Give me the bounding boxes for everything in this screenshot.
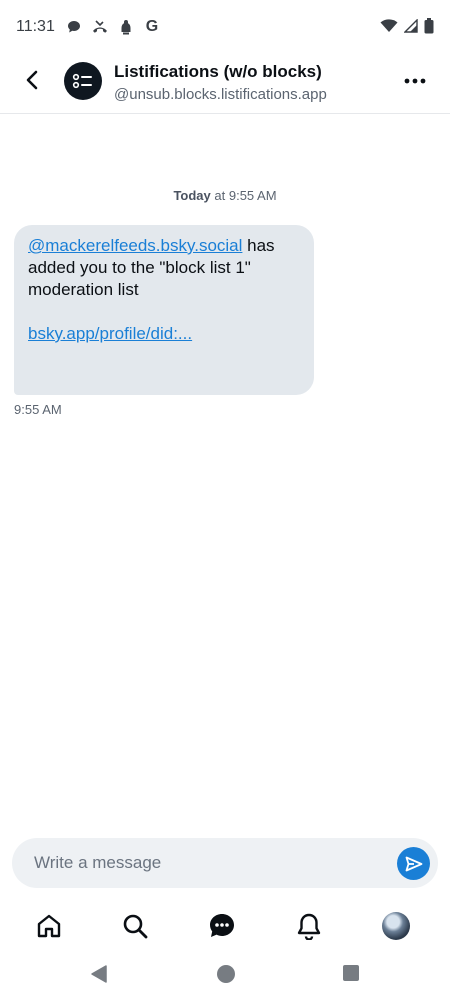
send-button[interactable]: [397, 847, 430, 880]
conversation-header: Listifications (w/o blocks) @unsub.block…: [0, 56, 450, 114]
message-timestamp: 9:55 AM: [14, 402, 62, 417]
chevron-left-icon: [26, 70, 38, 90]
date-separator-day: Today: [173, 188, 211, 203]
nav-profile[interactable]: [380, 910, 412, 942]
message-composer: [12, 838, 438, 888]
more-options-button[interactable]: [400, 70, 430, 92]
message-bubble[interactable]: @mackerelfeeds.bsky.social has added you…: [14, 225, 314, 395]
notifications-icon: [297, 913, 321, 940]
date-separator-time: at 9:55 AM: [210, 188, 277, 203]
status-time: 11:31: [16, 18, 55, 35]
wifi-icon: [380, 19, 398, 38]
search-icon: [123, 914, 148, 939]
system-recents-button[interactable]: [342, 964, 360, 982]
system-navigation-bar: [0, 952, 450, 1000]
profile-link[interactable]: bsky.app/profile/did:...: [28, 323, 300, 345]
nav-notifications[interactable]: [293, 910, 325, 942]
system-back-button[interactable]: [90, 964, 108, 984]
battery-icon: [424, 18, 434, 39]
bottom-navigation: [0, 900, 450, 952]
notification-icon: [118, 18, 134, 36]
chat-bubble-icon: [66, 18, 82, 36]
square-recents-icon: [343, 965, 359, 981]
status-bar: 11:31 G: [0, 0, 450, 56]
triangle-back-icon: [91, 965, 107, 983]
conversation-title[interactable]: Listifications (w/o blocks): [114, 62, 322, 82]
missed-call-icon: [92, 18, 108, 36]
send-icon: [405, 856, 422, 871]
nav-home[interactable]: [33, 910, 65, 942]
nav-search[interactable]: [119, 910, 151, 942]
list-icon: [72, 73, 92, 89]
conversation-avatar[interactable]: [64, 62, 102, 100]
status-left-icons: G: [66, 18, 160, 36]
nav-messages[interactable]: [206, 910, 238, 942]
profile-avatar: [382, 912, 410, 940]
conversation-handle: @unsub.blocks.listifications.app: [114, 86, 327, 103]
circle-home-icon: [217, 965, 235, 983]
messages-icon: [210, 914, 234, 937]
system-home-button[interactable]: [216, 964, 236, 984]
google-icon: G: [145, 18, 159, 35]
status-right-icons: [380, 18, 434, 39]
date-separator: Today at 9:55 AM: [0, 188, 450, 203]
home-icon: [37, 914, 61, 938]
mention-link[interactable]: @mackerelfeeds.bsky.social: [28, 236, 242, 255]
back-button[interactable]: [18, 66, 46, 94]
more-dots-icon: [404, 78, 426, 84]
cellular-signal-icon: [403, 18, 418, 38]
message-input[interactable]: [34, 838, 374, 888]
